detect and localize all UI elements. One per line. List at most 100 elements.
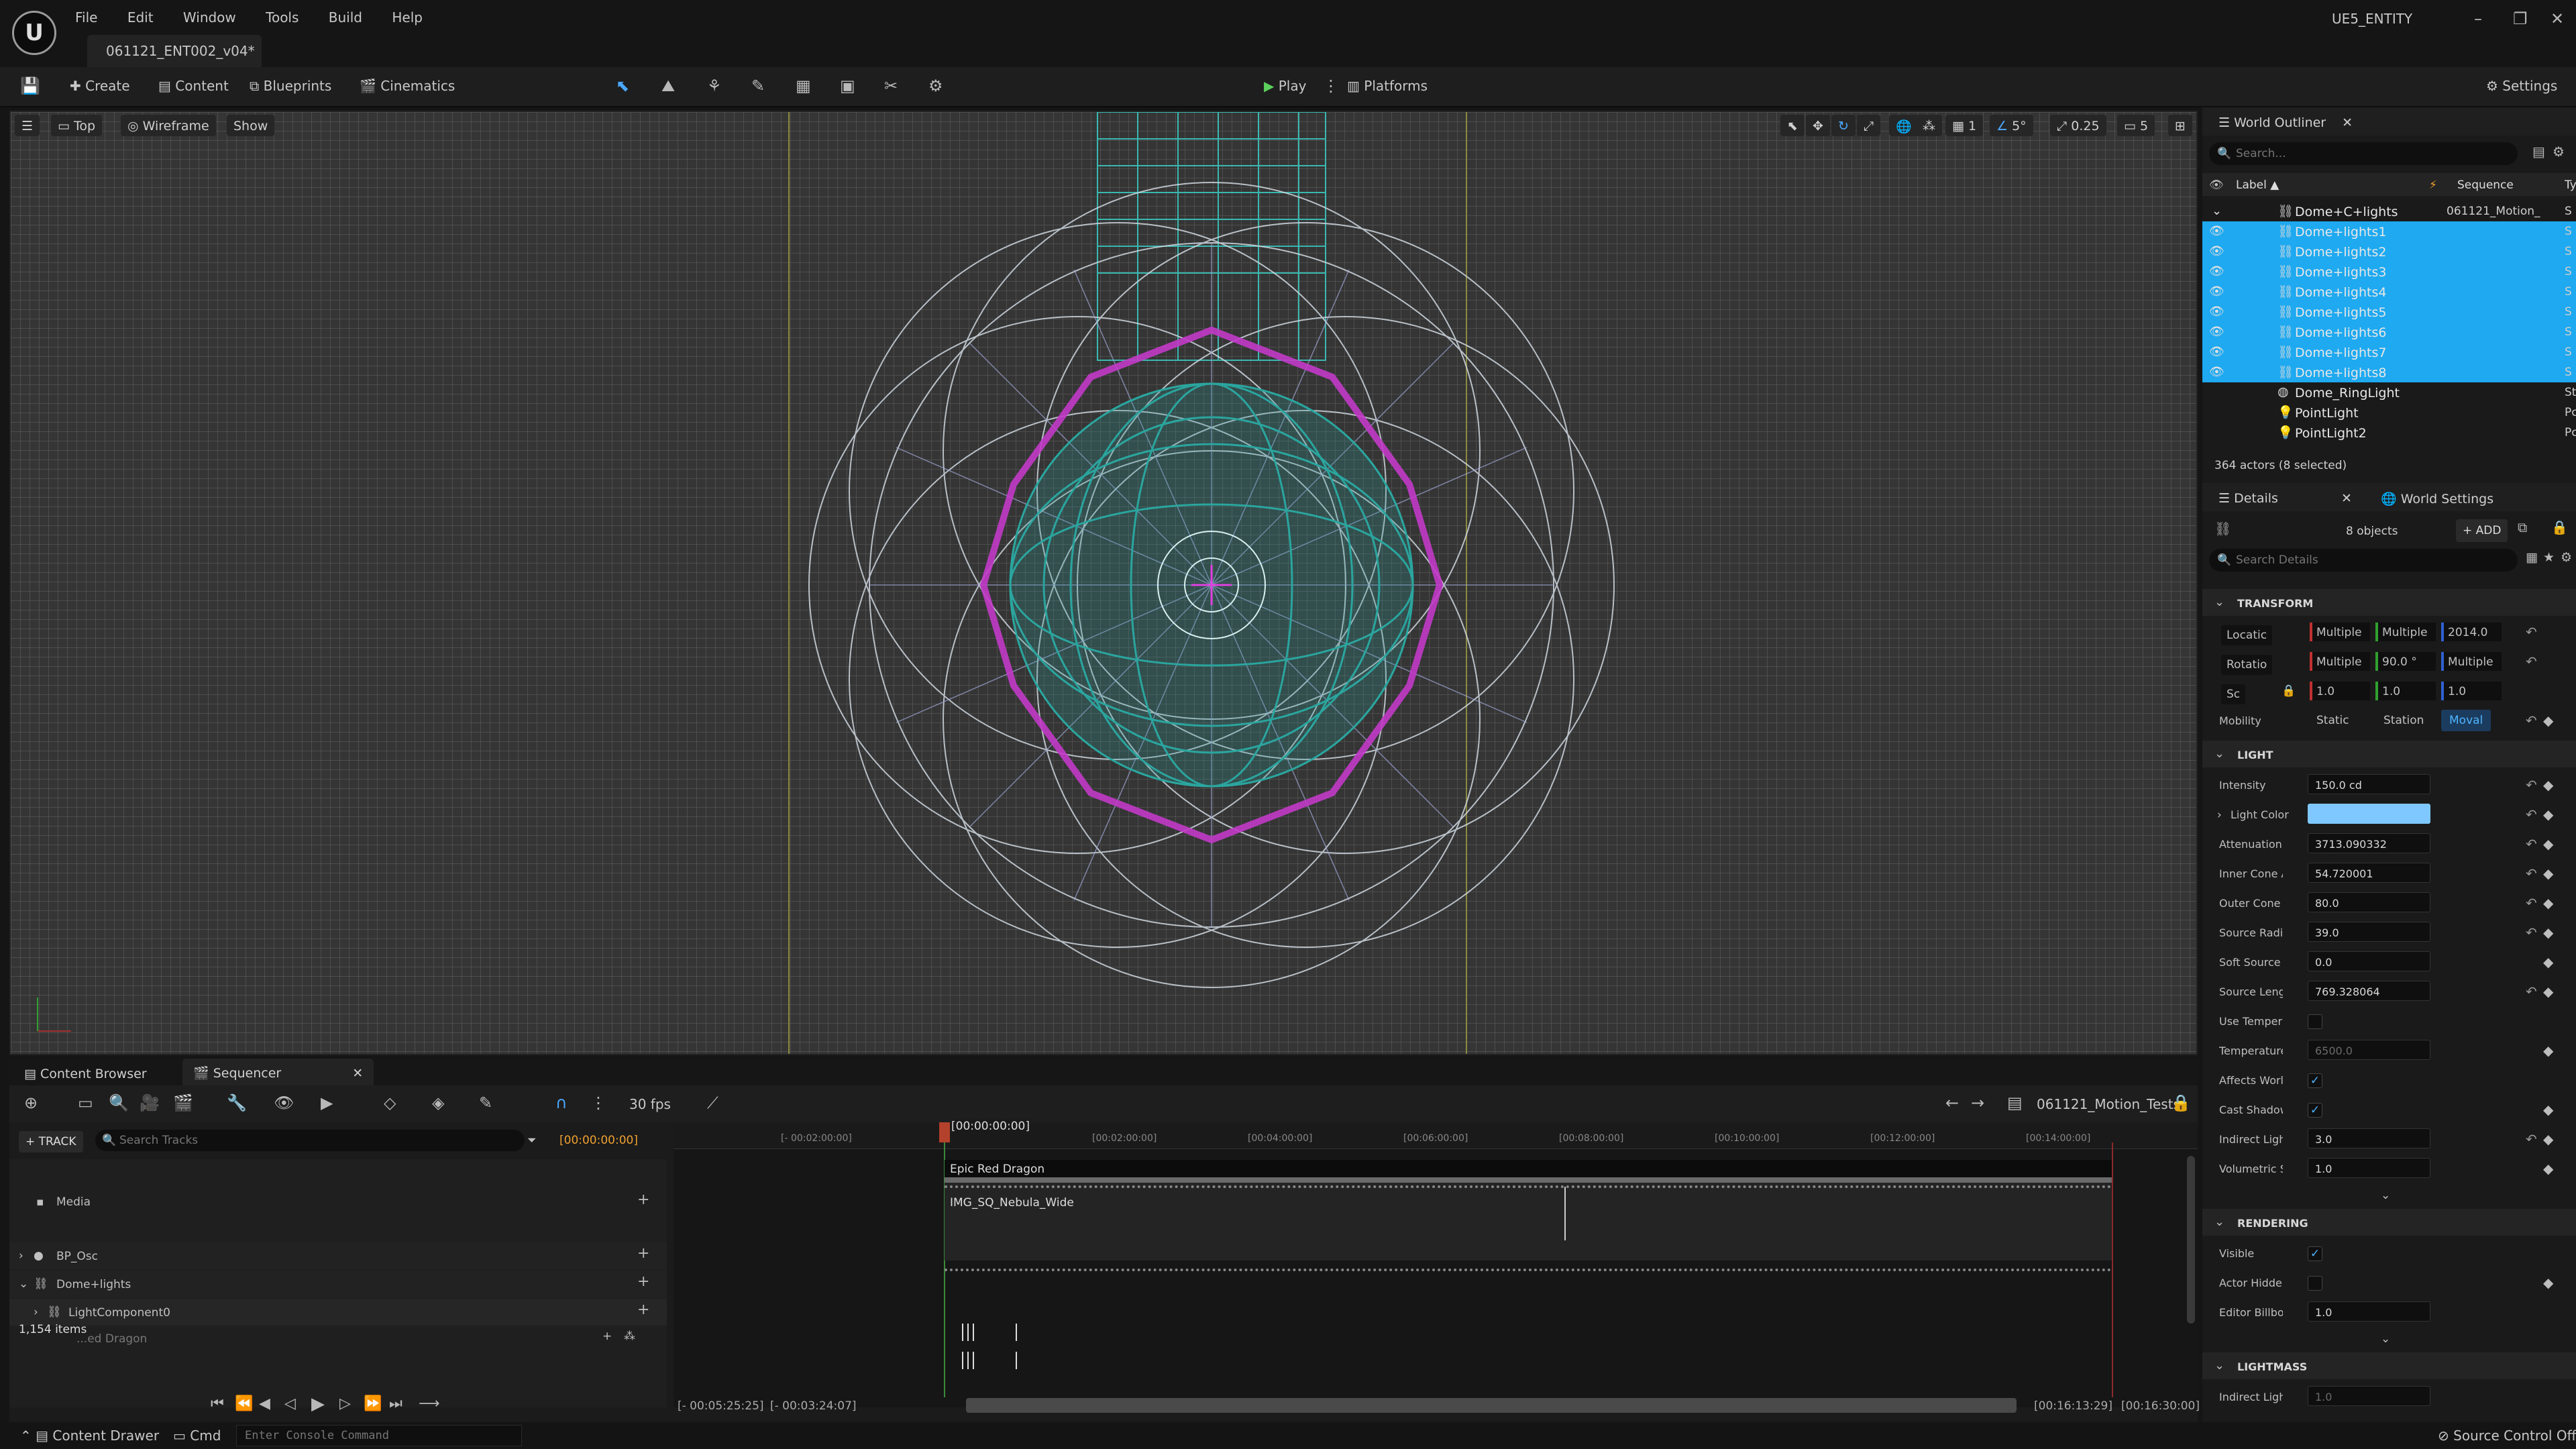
reset-icon[interactable]: ↶ [2526, 806, 2537, 822]
light-color-swatch[interactable] [2308, 804, 2430, 824]
grid-snap-button[interactable]: ▦ 1 [1945, 115, 1984, 136]
reset-icon[interactable]: ↶ [2526, 983, 2537, 1000]
menu-edit[interactable]: Edit [127, 9, 154, 25]
lock-icon[interactable]: 🔒 [2551, 521, 2568, 534]
mobility-static[interactable]: Static [2316, 714, 2349, 727]
back-arrow-icon[interactable]: ← [1945, 1095, 1959, 1111]
close-icon[interactable]: ✕ [2551, 11, 2564, 27]
range-start-2[interactable]: [- 00:03:24:07] [770, 1399, 857, 1413]
rotate-tool-icon[interactable]: ↻ [1831, 115, 1856, 136]
sequencer-timeline[interactable]: [- 00:02:00:00] [00:02:00:00] [00:04:00:… [674, 1120, 2198, 1407]
use-temperature-checkbox[interactable] [2308, 1014, 2322, 1029]
visible-checkbox[interactable]: ✓ [2308, 1246, 2322, 1261]
outliner-row[interactable]: 👁 ⛓ Dome+lights2 S [2202, 241, 2576, 262]
rotation-x[interactable]: Multiple [2310, 652, 2370, 671]
add-track-icon[interactable]: + [637, 1246, 649, 1261]
world-context-icon[interactable]: ⊕ [24, 1095, 38, 1111]
keyframe-icon[interactable]: ◆ [2543, 777, 2553, 793]
rotation-y[interactable]: 90.0 ° [2375, 652, 2436, 671]
outliner-row[interactable]: 👁 ⛓ Dome+lights1 S [2202, 221, 2576, 241]
reset-icon[interactable]: ↶ [2526, 712, 2537, 729]
project-tab[interactable]: 061121_ENT002_v04* [87, 35, 262, 67]
paint-mode-icon[interactable]: ✎ [751, 78, 765, 94]
close-outliner-icon[interactable]: ✕ [2342, 115, 2353, 130]
media-section[interactable]: Epic Red Dragon IMG_SQ_Nebula_Wide [945, 1160, 2112, 1271]
keyframe-icon[interactable]: ◆ [2543, 1161, 2553, 1177]
tab-sequencer[interactable]: 🎬 Sequencer ✕ [182, 1059, 374, 1085]
animation-mode-icon[interactable]: ⚙ [928, 78, 943, 94]
key-interp-icon[interactable]: ◇ [384, 1095, 396, 1111]
add-media-icon[interactable]: + [637, 1193, 649, 1208]
translate-tool-icon[interactable]: ✥ [1806, 115, 1830, 136]
track-dome-lights[interactable]: ⌄ ⛓ Dome+lights + [9, 1271, 667, 1297]
outliner-row[interactable]: ⌄ ⛓ Dome+C+lights 061121_Motion_ S [2202, 201, 2576, 221]
track-bp-osc[interactable]: › ● BP_Osc + [9, 1242, 667, 1269]
favorite-star-icon[interactable]: ★ [2543, 551, 2555, 564]
step-back-icon[interactable]: ◀ [259, 1397, 270, 1411]
close-details-icon[interactable]: ✕ [2341, 491, 2352, 506]
keyframe-icon[interactable]: ◆ [2543, 836, 2553, 852]
add-track-icon[interactable]: + [637, 1303, 649, 1318]
range-end[interactable]: [00:16:13:29] [2034, 1399, 2112, 1413]
scale-snap-button[interactable]: ⤢ 0.25 [2050, 115, 2106, 136]
fps-dropdown[interactable]: 30 fps [629, 1097, 671, 1111]
expand-advanced-icon[interactable]: ⌄ [2381, 1332, 2390, 1346]
clapper-icon[interactable]: 🎬 [173, 1095, 193, 1111]
eye-icon[interactable]: 👁 [2209, 325, 2224, 339]
forward-arrow-icon[interactable]: → [1971, 1095, 1984, 1111]
menu-file[interactable]: File [75, 9, 97, 25]
viewport-layout-icon[interactable]: ⊞ [2168, 115, 2192, 136]
show-button[interactable]: Show [227, 115, 275, 136]
keyframe-icon[interactable]: ◆ [2543, 1042, 2553, 1059]
source-control-button[interactable]: ⊘ Source Control Off [2438, 1429, 2576, 1442]
world-space-icon[interactable]: 🌐 [1889, 115, 1919, 136]
track-media[interactable]: ▪ Media + [9, 1167, 667, 1236]
chevron-down-icon[interactable]: ⌄ [19, 1277, 28, 1291]
platforms-button[interactable]: ▥ Platforms [1347, 79, 1428, 93]
current-time-field[interactable]: [00:00:00:00] [559, 1134, 638, 1147]
eye-icon[interactable]: 👁 [2209, 224, 2224, 238]
play-button[interactable]: ▶ Play [1264, 79, 1306, 93]
track-options-icon[interactable]: ⁂ [624, 1330, 635, 1343]
fracture-mode-icon[interactable]: ▣ [840, 78, 855, 94]
range-start[interactable]: [- 00:05:25:25] [678, 1399, 764, 1413]
reset-icon[interactable]: ↶ [2526, 777, 2537, 793]
landscape-mode-icon[interactable]: ⛰ [661, 78, 675, 94]
mobility-movable[interactable]: Moval [2441, 710, 2491, 731]
rotation-dropdown[interactable]: Rotatio [2221, 655, 2273, 675]
vertical-scrollbar[interactable] [2187, 1156, 2195, 1324]
select-mode-icon[interactable]: ⬉ [616, 78, 629, 94]
play-options-icon[interactable]: ⋮ [1323, 78, 1339, 94]
eye-icon[interactable]: 👁 [2209, 365, 2224, 379]
console-input[interactable] [236, 1425, 522, 1446]
angle-snap-button[interactable]: ∠ 5° [1990, 115, 2033, 136]
save-sequence-icon[interactable]: ▭ [78, 1095, 93, 1111]
table-view-icon[interactable]: ▦ [2526, 551, 2538, 564]
content-button[interactable]: ▤ Content [158, 79, 229, 93]
foliage-mode-icon[interactable]: ⚘ [707, 78, 722, 94]
chevron-right-icon[interactable]: › [34, 1305, 38, 1319]
add-track-icon[interactable]: + [637, 1275, 649, 1289]
minimize-icon[interactable]: – [2474, 11, 2482, 27]
keyframe-icon[interactable]: ◆ [2543, 983, 2553, 1000]
add-track-button[interactable]: + TRACK [19, 1131, 83, 1152]
scale-dropdown[interactable]: Sc [2221, 684, 2246, 704]
playback-options-icon[interactable]: ▶ [321, 1095, 333, 1111]
outliner-row[interactable]: 👁 ⛓ Dome+lights5 S [2202, 302, 2576, 322]
reset-icon[interactable]: ↶ [2526, 895, 2537, 911]
lock-sequence-icon[interactable]: 🔒 [2171, 1095, 2191, 1111]
outliner-row[interactable]: 👁 ⛓ Dome+lights8 S [2202, 362, 2576, 382]
create-button[interactable]: ✚ Create [70, 79, 130, 93]
eye-icon[interactable]: 👁 [2209, 264, 2224, 278]
location-x[interactable]: Multiple [2310, 623, 2370, 641]
reset-icon[interactable]: ↶ [2526, 924, 2537, 941]
playhead-handle[interactable] [939, 1122, 950, 1142]
tab-world-outliner[interactable]: ☰ World Outliner ✕ [2208, 109, 2363, 136]
keyframe-icon[interactable]: ◆ [2543, 924, 2553, 941]
curve-editor-icon[interactable]: ⟋ [707, 1095, 718, 1111]
reset-icon[interactable]: ↶ [2526, 653, 2537, 669]
tab-content-browser[interactable]: ▤ Content Browser [13, 1060, 158, 1087]
play-icon[interactable]: ▶ [311, 1395, 325, 1413]
view-options-icon[interactable]: 👁 [274, 1095, 294, 1111]
render-movie-icon[interactable]: 🎥 [140, 1095, 160, 1111]
